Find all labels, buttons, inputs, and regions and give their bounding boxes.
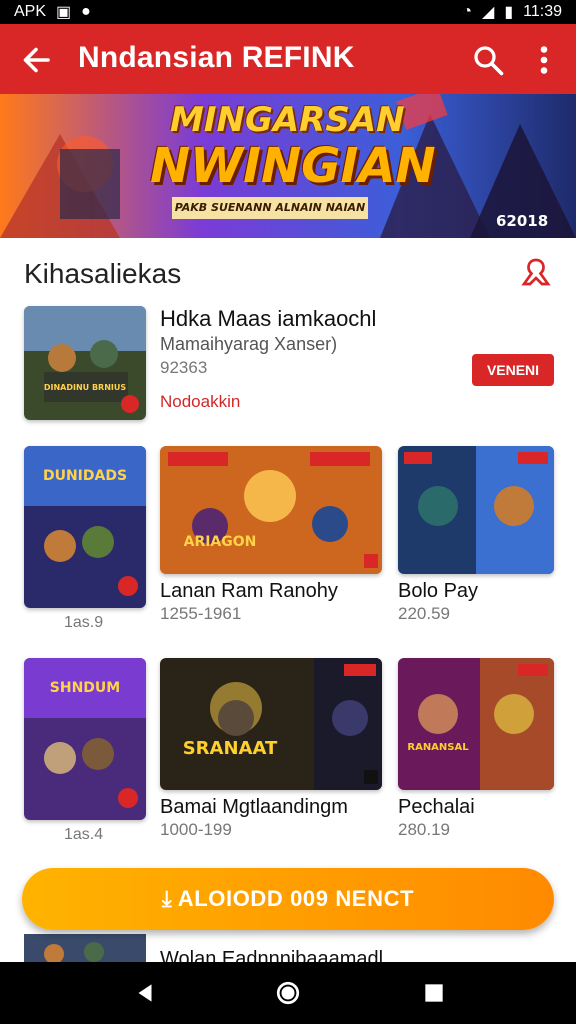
more-options-icon[interactable] xyxy=(532,42,556,78)
card-title: Bamai Mgtlaandingm xyxy=(160,796,348,818)
card-title: Bolo Pay xyxy=(398,580,479,602)
banner-subtitle: PAKB SUENANN ALNAIN NAIAN xyxy=(172,197,368,219)
card-meta: 280.19 xyxy=(398,820,450,839)
card-meta: 1255-1961 xyxy=(160,604,242,623)
game-card[interactable]: RANANSAL xyxy=(398,658,554,790)
status-bar: APK ▣ ● ◔ ◢ ▮ 11:39 xyxy=(0,0,576,24)
wifi-icon: ◔ xyxy=(462,3,473,20)
game-card-art: ARIAGON xyxy=(160,446,382,574)
game-card[interactable]: DUNIDADS xyxy=(24,446,146,608)
featured-button[interactable]: VENENI xyxy=(472,354,554,386)
app-title: Nndansian REFINK xyxy=(78,41,355,74)
location-icon: ● xyxy=(81,3,91,20)
card-art-text: SHNDUM xyxy=(50,680,120,696)
notification-icon: ▣ xyxy=(56,4,72,21)
featured-art-text: DINADINU BRNIUS xyxy=(44,383,127,392)
featured-thumbnail[interactable]: DINADINU BRNIUS xyxy=(24,306,146,420)
battery-icon: ▮ xyxy=(504,4,514,21)
banner-title-2: NWINGIAN xyxy=(150,138,436,194)
nav-recents-icon[interactable] xyxy=(421,980,447,1006)
game-card-art: RANANSAL xyxy=(398,658,554,790)
game-card[interactable]: ARIAGON xyxy=(160,446,382,574)
card-art-text: ARIAGON xyxy=(184,534,257,550)
featured-meta: 92363 xyxy=(160,358,208,377)
cta-button[interactable]: ⤓ ALOIODD 009 NENCT xyxy=(22,868,554,930)
card-meta: 1as.9 xyxy=(64,614,104,631)
peek-thumbnail-art xyxy=(24,934,146,964)
peek-thumbnail[interactable] xyxy=(24,934,146,964)
carrier-label: APK xyxy=(14,3,47,20)
system-nav-bar xyxy=(0,962,576,1024)
game-card[interactable]: SHNDUM xyxy=(24,658,146,820)
featured-subtitle: Mamaihyarag Xanser) xyxy=(160,334,338,354)
featured-thumbnail-art: DINADINU BRNIUS xyxy=(24,306,146,420)
featured-name: Hdka Maas iamkaochl xyxy=(160,306,377,331)
banner-tag: 62018 xyxy=(496,212,549,230)
card-meta: 220.59 xyxy=(398,604,450,623)
game-card[interactable] xyxy=(398,446,554,574)
cta-label: ALOIODD 009 NENCT xyxy=(177,886,415,911)
signal-icon: ◢ xyxy=(482,4,495,21)
card-meta: 1as.4 xyxy=(64,826,104,843)
game-card-art: SHNDUM xyxy=(24,658,146,820)
featured-link[interactable]: Nodoakkin xyxy=(160,392,240,412)
hero-banner[interactable]: MINGARSAN NWINGIAN PAKB SUENANN ALNAIN N… xyxy=(0,94,576,238)
banner-title-1: MINGARSAN xyxy=(170,100,405,140)
card-art-text: RANANSAL xyxy=(407,742,469,753)
nav-back-icon[interactable] xyxy=(132,980,158,1006)
section-title: Kihasaliekas xyxy=(24,258,182,289)
game-card-art: SRANAAT xyxy=(160,658,382,790)
nav-home-icon[interactable] xyxy=(275,980,301,1006)
card-art-text: SRANAAT xyxy=(183,738,278,759)
clock: 11:39 xyxy=(523,3,562,20)
search-icon[interactable] xyxy=(470,42,506,78)
game-card-art xyxy=(398,446,554,574)
card-title: Pechalai xyxy=(398,796,475,818)
game-card-art: DUNIDADS xyxy=(24,446,146,608)
card-title: Lanan Ram Ranohy xyxy=(160,580,338,602)
app-bar: Nndansian REFINK xyxy=(0,24,576,94)
favorites-icon[interactable] xyxy=(518,254,554,290)
card-meta: 1000-199 xyxy=(160,820,232,839)
back-arrow-icon[interactable] xyxy=(18,42,54,78)
game-card[interactable]: SRANAAT xyxy=(160,658,382,790)
card-art-text: DUNIDADS xyxy=(43,468,127,484)
download-icon: ⤓ xyxy=(161,886,172,911)
